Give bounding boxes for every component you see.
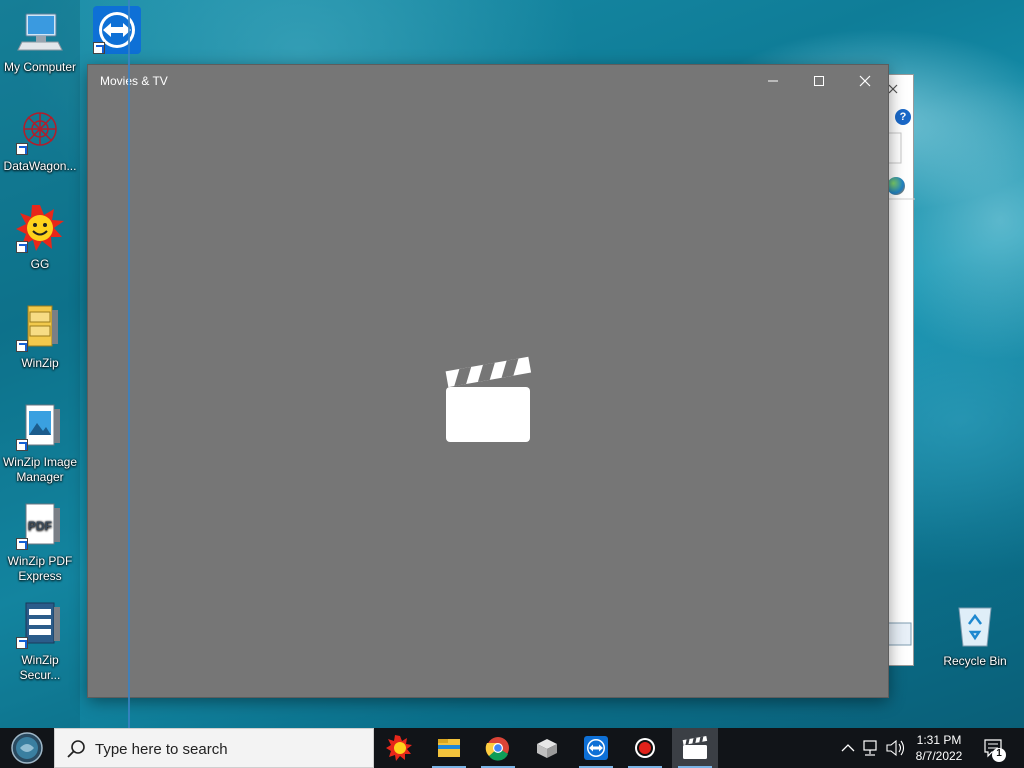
- network-icon: [863, 740, 877, 756]
- teamviewer-icon: [584, 736, 608, 760]
- tray-volume-button[interactable]: [884, 728, 906, 768]
- close-icon: [859, 75, 871, 87]
- desktop-icon-datawagon[interactable]: DataWagon...: [0, 107, 80, 174]
- shortcut-arrow-icon: [16, 439, 28, 451]
- drag-guide-line: [128, 0, 130, 728]
- shortcut-arrow-icon: [16, 637, 28, 649]
- desktop-icon-label: GG: [30, 257, 50, 271]
- clock-time: 1:31 PM: [916, 733, 962, 747]
- desktop-icon-teamviewer[interactable]: [77, 6, 157, 58]
- window-title: Movies & TV: [100, 74, 168, 88]
- desktop-icon-winzip[interactable]: WinZip: [0, 304, 80, 371]
- shortcut-arrow-icon: [16, 340, 28, 352]
- desktop-icon-label: WinZip: [21, 356, 59, 370]
- recycle-bin-icon: [951, 602, 999, 650]
- folder-icon: [438, 739, 460, 757]
- desktop-icon-label: WinZip Image Manager: [2, 455, 78, 484]
- notification-count: 1: [996, 748, 1002, 759]
- title-bar[interactable]: Movies & TV: [88, 65, 888, 97]
- desktop-icon-label: Recycle Bin: [943, 654, 1007, 668]
- taskbar-app-package[interactable]: [524, 728, 570, 768]
- search-icon: [67, 740, 85, 758]
- start-orb-icon: [11, 732, 43, 764]
- datawagon-icon: [16, 107, 64, 155]
- desktop-icon-label: My Computer: [3, 60, 77, 74]
- clapperboard-icon: [438, 350, 538, 445]
- desktop-icon-label: WinZip PDF Express: [7, 554, 73, 583]
- winzip-icon: [16, 304, 64, 352]
- clock[interactable]: 1:31 PM 8/7/2022: [906, 732, 972, 764]
- desktop-icon-winzip-secure[interactable]: WinZip Secur...: [0, 601, 80, 683]
- winzip-image-icon: [16, 403, 64, 451]
- shortcut-arrow-icon: [16, 143, 28, 155]
- tray-overflow-button[interactable]: [838, 728, 858, 768]
- minimize-button[interactable]: [750, 65, 796, 97]
- taskbar-app-file-explorer[interactable]: [426, 728, 472, 768]
- teamviewer-icon: [93, 6, 141, 54]
- shortcut-arrow-icon: [16, 241, 28, 253]
- desktop-icon-gg[interactable]: GG: [0, 205, 80, 272]
- globe-icon[interactable]: [887, 177, 905, 195]
- maximize-icon: [814, 76, 824, 86]
- clock-date: 8/7/2022: [915, 749, 963, 763]
- sun-face-icon: [386, 735, 412, 761]
- start-button[interactable]: [0, 728, 54, 768]
- taskbar: Type here to search 1:31 PM 8/7/2022 1: [0, 728, 1024, 768]
- maximize-button[interactable]: [796, 65, 842, 97]
- chrome-icon: [485, 737, 509, 761]
- volume-icon: [886, 739, 905, 757]
- taskbar-app-teamviewer[interactable]: [573, 728, 619, 768]
- winzip-secure-icon: [16, 601, 64, 649]
- desktop-icon-label: WinZip Secur...: [19, 653, 61, 682]
- close-button[interactable]: [842, 65, 888, 97]
- shortcut-arrow-icon: [93, 42, 105, 54]
- shortcut-arrow-icon: [16, 538, 28, 550]
- search-placeholder: Type here to search: [95, 741, 228, 758]
- clapperboard-icon: [682, 735, 708, 759]
- desktop-icon-winzip-pdf-express[interactable]: PDF WinZip PDF Express: [0, 502, 80, 584]
- svg-text:PDF: PDF: [28, 519, 52, 533]
- desktop: My Computer DataWagon... GG WinZip WinZi…: [0, 0, 1024, 728]
- desktop-icon-winzip-image-manager[interactable]: WinZip Image Manager: [0, 403, 80, 485]
- computer-icon: [16, 8, 64, 56]
- taskbar-app-recorder[interactable]: [622, 728, 668, 768]
- tray-network-button[interactable]: [860, 728, 882, 768]
- notification-button[interactable]: 1: [980, 728, 1010, 768]
- movies-tv-window: Movies & TV: [88, 65, 888, 697]
- taskbar-app-gg[interactable]: [377, 728, 423, 768]
- desktop-icon-recycle-bin[interactable]: Recycle Bin: [935, 602, 1015, 669]
- desktop-icon-label: DataWagon...: [3, 159, 77, 173]
- package-icon: [537, 739, 557, 758]
- winzip-pdf-icon: PDF: [16, 502, 64, 550]
- minimize-icon: [768, 80, 778, 82]
- taskbar-app-chrome[interactable]: [475, 728, 521, 768]
- taskbar-app-movies-tv[interactable]: [672, 728, 718, 768]
- chevron-up-icon: [841, 744, 855, 752]
- sun-face-icon: [16, 205, 64, 253]
- desktop-icon-my-computer[interactable]: My Computer: [0, 8, 80, 75]
- help-icon[interactable]: ?: [895, 109, 911, 125]
- record-icon: [635, 738, 655, 758]
- search-box[interactable]: Type here to search: [54, 728, 374, 768]
